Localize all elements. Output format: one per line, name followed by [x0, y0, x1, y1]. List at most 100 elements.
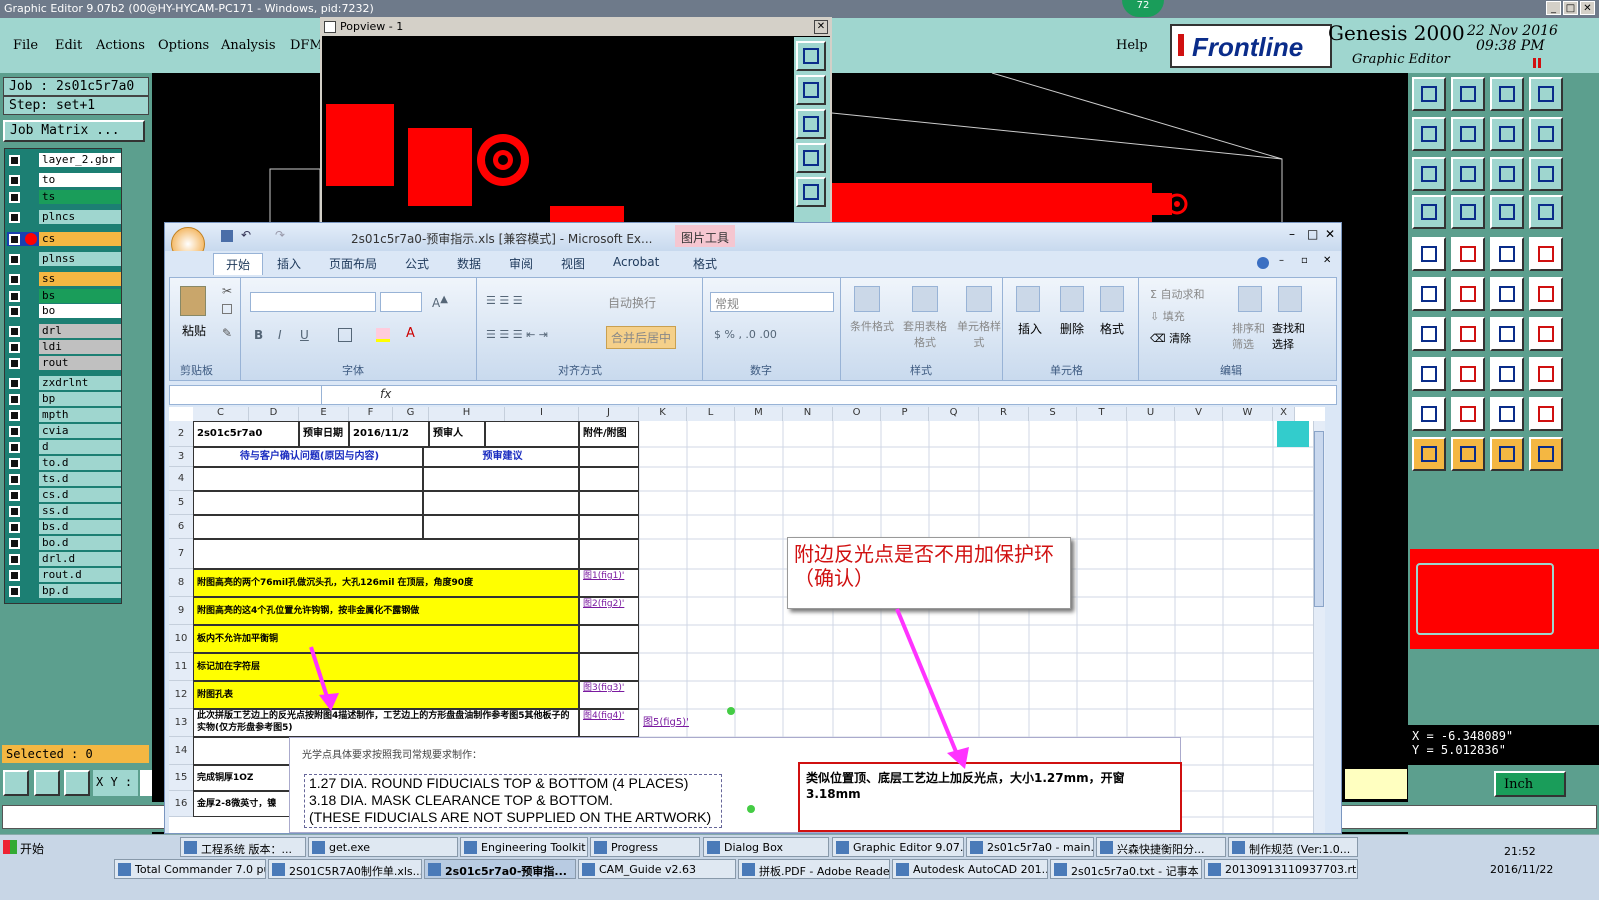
tab-review[interactable]: 审阅: [509, 255, 533, 272]
column-header[interactable]: H: [429, 407, 505, 421]
ribbon-restore-button[interactable]: ▫: [1301, 255, 1308, 266]
popview-pan-right-icon[interactable]: [796, 177, 826, 207]
group-icon[interactable]: [1529, 357, 1563, 391]
tab-home[interactable]: 开始: [213, 253, 264, 275]
layer-item-bo-d[interactable]: bo.d: [7, 536, 121, 550]
row-header[interactable]: 9: [169, 597, 193, 625]
fill-button[interactable]: ⇩ 填充: [1150, 308, 1185, 324]
grid-icon[interactable]: [64, 770, 90, 796]
cell-job[interactable]: 2s01c5r7a0: [193, 421, 299, 447]
column-header[interactable]: I: [505, 407, 579, 421]
pan-up-icon[interactable]: [1451, 77, 1485, 111]
cell-pre-date[interactable]: 2016/11/2: [349, 421, 429, 447]
column-header[interactable]: M: [735, 407, 783, 421]
paste-icon[interactable]: [180, 286, 206, 316]
cell-r14[interactable]: [193, 737, 293, 765]
tab-formulas[interactable]: 公式: [405, 255, 429, 272]
layer-item-drl[interactable]: drl: [7, 324, 121, 338]
layer-item-cvia[interactable]: cvia: [7, 424, 121, 438]
layer-checkbox[interactable]: [9, 426, 20, 437]
one-to-two-icon[interactable]: [1490, 157, 1524, 191]
align-top-icon[interactable]: ☰ ☰ ☰: [486, 294, 523, 307]
cell-reviewer-label[interactable]: 预审人: [429, 421, 485, 447]
cell-r12[interactable]: 附图孔表: [193, 681, 579, 709]
cell-advice-header[interactable]: 预审建议: [423, 447, 579, 467]
copy-icon[interactable]: [222, 304, 232, 314]
layer-item-rout[interactable]: rout: [7, 356, 121, 370]
link-fig5[interactable]: 图5(fig5)': [643, 713, 689, 728]
maximize-button[interactable]: □: [1563, 1, 1578, 15]
menu-analysis[interactable]: Analysis: [221, 38, 276, 53]
taskbar-item[interactable]: Dialog Box: [703, 837, 829, 857]
menu-file[interactable]: File: [13, 38, 38, 53]
taskbar-item[interactable]: 制作规范 (Ver:1.0...: [1228, 837, 1358, 857]
layer-item-ss[interactable]: ss: [7, 272, 121, 286]
align-left-icon[interactable]: ☰ ☰ ☰ ⇤ ⇥: [486, 328, 548, 341]
layer-checkbox[interactable]: [9, 570, 20, 581]
row-header[interactable]: 16: [169, 791, 193, 817]
fill-color-icon[interactable]: [376, 328, 390, 342]
units-button[interactable]: Inch: [1494, 771, 1566, 797]
italic-icon[interactable]: I: [278, 328, 282, 342]
menu-actions[interactable]: Actions: [96, 38, 145, 53]
cell-attach-row[interactable]: [579, 467, 639, 491]
font-size-select[interactable]: [380, 292, 422, 312]
cell-r8[interactable]: 附图高亮的两个76mil孔做沉头孔，大孔126mil 在顶层，角度90度: [193, 569, 579, 597]
link-fig4[interactable]: 图4(fig4)': [579, 709, 639, 737]
link-fig1[interactable]: 图1(fig1)': [579, 569, 639, 597]
rotate-icon[interactable]: [1490, 317, 1524, 351]
edge-icon[interactable]: [1451, 357, 1485, 391]
taskbar-item[interactable]: CAM_Guide v2.63: [578, 859, 736, 879]
function-icon[interactable]: fx: [380, 387, 391, 401]
name-box[interactable]: [170, 386, 322, 404]
delete-cells-icon[interactable]: [1060, 286, 1084, 312]
house-icon[interactable]: [1490, 77, 1524, 111]
column-header[interactable]: G: [393, 407, 429, 421]
tab-data[interactable]: 数据: [457, 255, 481, 272]
paste-button[interactable]: 粘贴: [182, 322, 206, 339]
layer-checkbox[interactable]: [9, 155, 20, 166]
clean-icon[interactable]: [1412, 195, 1446, 229]
delete-cells-button[interactable]: 删除: [1060, 320, 1084, 337]
link-fig2[interactable]: 图2(fig2)': [579, 597, 639, 625]
menu-edit[interactable]: Edit: [55, 38, 82, 53]
layer-checkbox[interactable]: [9, 192, 20, 203]
cell-attach-row[interactable]: [579, 491, 639, 515]
cell-r7[interactable]: [193, 539, 579, 569]
cell-j3[interactable]: [579, 447, 639, 467]
ribbon-close-button[interactable]: ✕: [1323, 255, 1331, 266]
row-header[interactable]: 4: [169, 467, 193, 491]
redo-icon[interactable]: ↷: [275, 228, 285, 242]
layer-item-rout-d[interactable]: rout.d: [7, 568, 121, 582]
layer-checkbox[interactable]: [9, 410, 20, 421]
underline-icon[interactable]: U: [300, 328, 309, 342]
pan-left-icon[interactable]: [1412, 117, 1446, 151]
format-cells-button[interactable]: 格式: [1100, 320, 1124, 337]
cell-j7[interactable]: [579, 539, 639, 569]
layer-item-to[interactable]: to: [7, 173, 121, 187]
ribbon-minimize-button[interactable]: –: [1279, 255, 1284, 266]
currency-icon[interactable]: $ % , .0 .00: [714, 328, 777, 341]
fit-width-icon[interactable]: [1412, 157, 1446, 191]
column-header[interactable]: T: [1077, 407, 1127, 421]
tab-format[interactable]: 格式: [693, 255, 717, 272]
cell-question-row[interactable]: [193, 467, 423, 491]
cell-question-header[interactable]: 待与客户确认问题(原因与内容): [193, 447, 423, 467]
layer-checkbox[interactable]: [9, 554, 20, 565]
picture-object[interactable]: 光学点具体要求按照我司常规要求制作： 1.27 DIA. ROUND FIDUCI…: [289, 737, 1182, 833]
worksheet-grid[interactable]: C D E F G H I J K L M N O P Q R S T U V W X 2 3 4 5 6 7 8 9 10 11 12 13 14…: [169, 407, 1325, 833]
layer-item-bo[interactable]: bo: [7, 304, 121, 318]
row-header[interactable]: 10: [169, 625, 193, 653]
layer-checkbox[interactable]: [9, 306, 20, 317]
cell-j10[interactable]: [579, 625, 639, 653]
drill-check-icon[interactable]: [1529, 195, 1563, 229]
cell-attach-label[interactable]: 附件/附图: [579, 421, 639, 447]
undo-icon[interactable]: ↶: [241, 228, 251, 242]
layer-item-ldi[interactable]: ldi: [7, 340, 121, 354]
layer-item-bs[interactable]: bs: [7, 289, 121, 303]
cell-x2-fill[interactable]: [1277, 421, 1309, 447]
table-format-icon[interactable]: [912, 286, 938, 312]
tab-page-layout[interactable]: 页面布局: [329, 255, 377, 272]
tab-acrobat[interactable]: Acrobat: [613, 255, 659, 269]
row-header[interactable]: 7: [169, 539, 193, 569]
